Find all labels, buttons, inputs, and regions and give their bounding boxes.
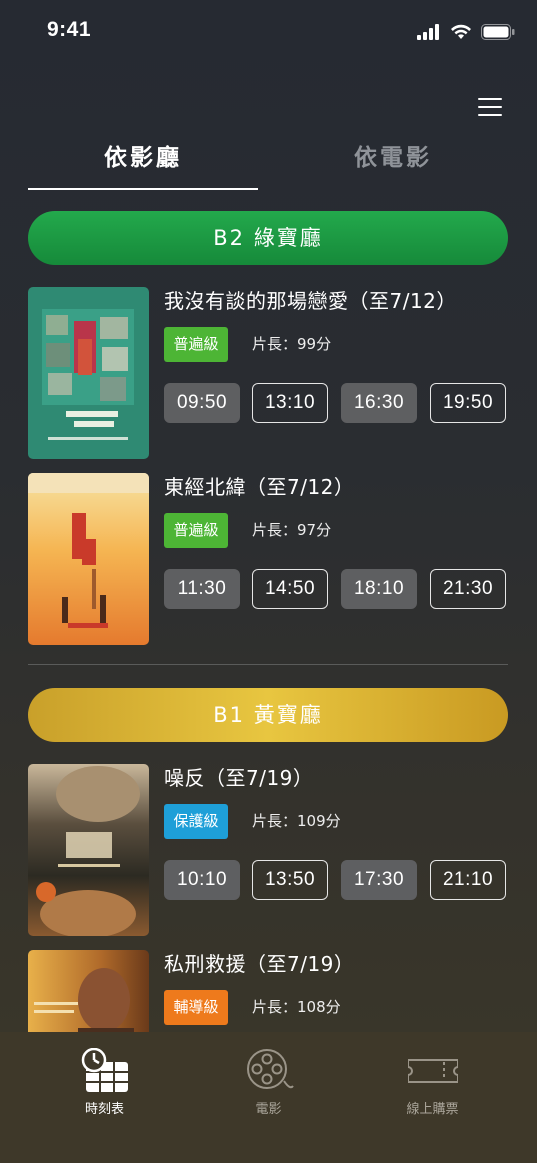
showtime-button[interactable]: 21:30	[430, 569, 506, 609]
rating-badge: 保護級	[164, 804, 228, 839]
movie-poster[interactable]	[28, 473, 149, 645]
ticket-icon	[408, 1059, 458, 1083]
nav-timetable[interactable]: 時刻表	[15, 1032, 194, 1163]
wifi-icon	[451, 24, 471, 39]
section-divider	[28, 664, 508, 665]
showtime-button[interactable]: 18:10	[341, 569, 417, 609]
movie-poster[interactable]	[28, 950, 149, 1032]
hall-header-b2[interactable]: B2 綠寶廳	[28, 211, 508, 265]
showtime-button[interactable]: 21:10	[430, 860, 506, 900]
showtime-button[interactable]: 13:10	[252, 383, 328, 423]
view-tabs: 依影廳 依電影	[28, 130, 508, 190]
hall-header-b1[interactable]: B1 黃寶廳	[28, 688, 508, 742]
movie-title[interactable]: 我沒有談的那場戀愛（至7/12）	[164, 287, 457, 315]
bottom-nav: 時刻表 電影 線上購票	[0, 1032, 537, 1163]
battery-icon	[481, 24, 515, 40]
status-time: 9:41	[47, 18, 92, 41]
status-bar: 9:41	[0, 0, 537, 66]
showtime-button[interactable]: 11:30	[164, 569, 240, 609]
nav-label-movies: 電影	[255, 1102, 282, 1117]
showtime-button[interactable]: 16:30	[341, 383, 417, 423]
timetable-icon	[81, 1048, 128, 1092]
status-icons	[417, 24, 515, 40]
showtime-button[interactable]: 17:30	[341, 860, 417, 900]
rating-badge: 普遍級	[164, 513, 228, 548]
movie-poster[interactable]	[28, 764, 149, 936]
showtime-button[interactable]: 14:50	[252, 569, 328, 609]
schedule-list[interactable]: B2 綠寶廳 我沒有談的那場戀愛（至7/12） 普遍級 片長：99分 09:50…	[0, 190, 537, 1032]
nav-movies[interactable]: 電影	[179, 1032, 358, 1163]
movie-item[interactable]: 我沒有談的那場戀愛（至7/12） 普遍級 片長：99分 09:50 13:10 …	[28, 287, 508, 459]
showtime-button[interactable]: 09:50	[164, 383, 240, 423]
nav-label-timetable: 時刻表	[84, 1102, 124, 1117]
movie-item[interactable]: 噪反（至7/19） 保護級 片長：109分 10:10 13:50 17:30 …	[28, 764, 508, 936]
movie-poster[interactable]	[28, 287, 149, 459]
menu-icon-line	[478, 98, 502, 100]
nav-online-ticketing[interactable]: 線上購票	[343, 1032, 522, 1163]
movie-duration: 片長：109分	[252, 812, 341, 830]
movie-duration: 片長：97分	[252, 521, 332, 539]
rating-badge: 普遍級	[164, 327, 228, 362]
movie-duration: 片長：99分	[252, 335, 332, 353]
cellular-signal-icon	[417, 24, 439, 40]
movie-title[interactable]: 東經北緯（至7/12）	[164, 473, 354, 501]
menu-icon-line	[478, 106, 502, 108]
nav-label-online-ticketing: 線上購票	[406, 1102, 459, 1117]
menu-button[interactable]	[476, 94, 504, 120]
film-reel-icon	[247, 1049, 294, 1089]
movie-title[interactable]: 噪反（至7/19）	[164, 764, 313, 792]
movie-title[interactable]: 私刑救援（至7/19）	[164, 950, 354, 978]
movie-duration: 片長：108分	[252, 998, 341, 1016]
tab-by-hall[interactable]: 依影廳	[28, 130, 258, 190]
menu-icon-line	[478, 114, 502, 116]
showtime-button[interactable]: 13:50	[252, 860, 328, 900]
rating-badge: 輔導級	[164, 990, 228, 1025]
showtime-button[interactable]: 10:10	[164, 860, 240, 900]
tab-by-movie[interactable]: 依電影	[278, 130, 508, 188]
movie-item[interactable]: 私刑救援（至7/19） 輔導級 片長：108分	[28, 950, 508, 1032]
movie-item[interactable]: 東經北緯（至7/12） 普遍級 片長：97分 11:30 14:50 18:10…	[28, 473, 508, 645]
showtime-button[interactable]: 19:50	[430, 383, 506, 423]
